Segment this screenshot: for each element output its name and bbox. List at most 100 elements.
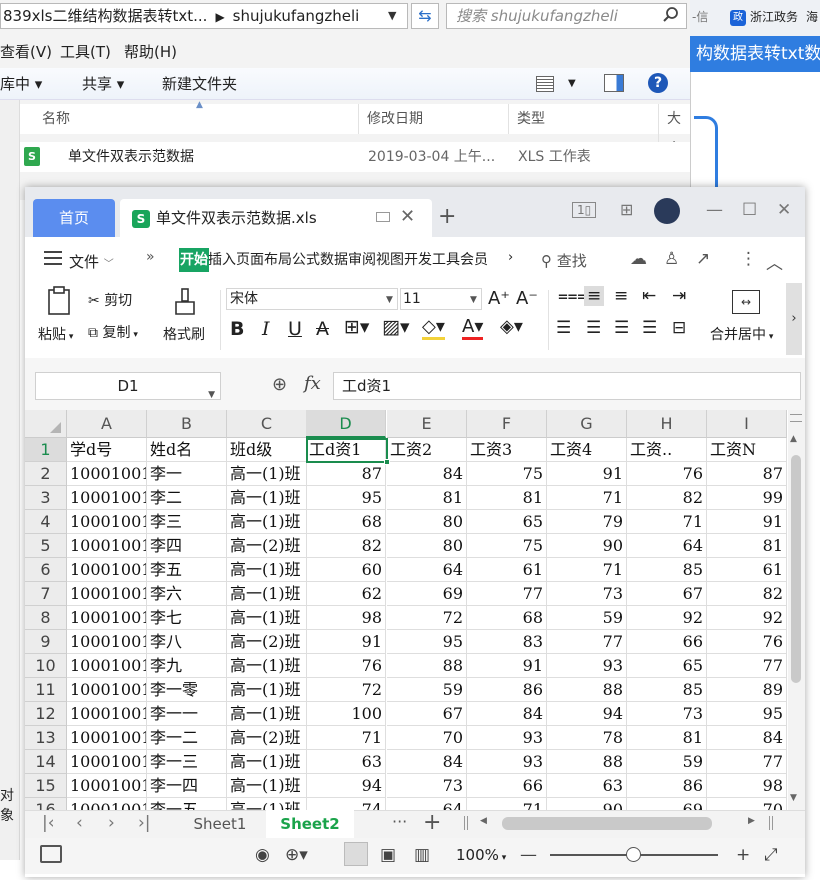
table-cell[interactable]: 10001001 xyxy=(67,510,147,534)
column-header-g[interactable]: G xyxy=(547,410,627,438)
table-cell[interactable]: 94 xyxy=(547,702,627,726)
menu-help[interactable]: 帮助(H) xyxy=(124,38,177,66)
format-painter-icon[interactable] xyxy=(172,287,198,317)
column-header-i[interactable]: I xyxy=(707,410,787,438)
underline-icon[interactable]: U xyxy=(288,318,302,340)
scroll-left-icon[interactable]: ◀ xyxy=(480,816,487,826)
indent-decrease-icon[interactable]: ⇤ xyxy=(642,286,656,306)
add-sheet-button[interactable]: + xyxy=(423,810,441,835)
table-cell[interactable]: 85 xyxy=(627,558,707,582)
column-header-h[interactable]: H xyxy=(627,410,707,438)
table-cell[interactable]: 86 xyxy=(467,678,547,702)
table-cell[interactable]: 85 xyxy=(627,678,707,702)
table-cell[interactable]: 65 xyxy=(467,510,547,534)
table-cell[interactable]: 10001001 xyxy=(67,630,147,654)
table-cell[interactable]: 67 xyxy=(627,582,707,606)
italic-icon[interactable]: I xyxy=(262,318,270,340)
table-cell[interactable]: 10001001 xyxy=(67,654,147,678)
select-all-corner[interactable] xyxy=(25,410,67,438)
align-left-icon[interactable]: ☰ xyxy=(556,318,571,338)
file-list-item[interactable]: 单文件双表示范数据 2019-03-04 上午... XLS 工作表 xyxy=(20,142,690,172)
column-header-b[interactable]: B xyxy=(147,410,227,438)
table-cell[interactable]: 高一(1)班 xyxy=(227,558,307,582)
share-button[interactable]: 共享 ▾ xyxy=(82,68,124,100)
chevron-down-icon[interactable]: ▼ xyxy=(386,295,393,305)
table-cell[interactable]: 71 xyxy=(627,510,707,534)
table-cell[interactable]: 63 xyxy=(306,750,386,774)
table-cell[interactable]: 77 xyxy=(707,654,787,678)
ribbon-tab-list[interactable]: 插入页面布局公式数据审阅视图开发工具会员 xyxy=(208,250,504,270)
table-cell[interactable]: 李六 xyxy=(147,582,227,606)
table-cell[interactable]: 90 xyxy=(547,534,627,558)
table-cell[interactable]: 98 xyxy=(306,606,386,630)
split-handle-icon[interactable] xyxy=(769,816,773,830)
help-icon[interactable]: ? xyxy=(648,73,668,93)
column-header-d[interactable]: D xyxy=(306,410,386,438)
table-cell[interactable]: 91 xyxy=(306,630,386,654)
more-sheets-icon[interactable]: ··· xyxy=(392,812,407,831)
address-dropdown-icon[interactable]: ▼ xyxy=(388,9,396,22)
table-cell[interactable]: 81 xyxy=(387,486,467,510)
table-cell[interactable]: 高一(1)班 xyxy=(227,702,307,726)
cell-style-icon[interactable]: ▨▾ xyxy=(382,316,410,338)
table-cell[interactable]: 李一四 xyxy=(147,774,227,798)
table-cell[interactable]: 10001001 xyxy=(67,702,147,726)
header-cell[interactable]: 学d号 xyxy=(67,438,147,462)
table-cell[interactable]: 84 xyxy=(387,750,467,774)
clear-format-icon[interactable]: ◈▾ xyxy=(500,316,523,337)
align-center-icon[interactable]: ☰ xyxy=(586,318,601,338)
table-cell[interactable]: 64 xyxy=(627,534,707,558)
file-menu[interactable]: 文件 ﹀ xyxy=(69,251,114,272)
table-cell[interactable]: 82 xyxy=(627,486,707,510)
row-header[interactable]: 11 xyxy=(25,678,67,702)
header-cell[interactable]: 工资3 xyxy=(467,438,547,462)
row-header[interactable]: 2 xyxy=(25,462,67,486)
table-cell[interactable]: 59 xyxy=(547,606,627,630)
address-bar[interactable]: 839xls二维结构数据表转txt... ▶ shujukufangzheli xyxy=(0,3,408,29)
header-cell[interactable]: 工d资1 xyxy=(306,438,386,462)
table-cell[interactable]: 82 xyxy=(306,534,386,558)
find-button[interactable]: ⚲ 查找 xyxy=(541,250,587,271)
preview-pane-icon[interactable] xyxy=(604,74,624,92)
table-cell[interactable]: 李一零 xyxy=(147,678,227,702)
table-cell[interactable]: 73 xyxy=(547,582,627,606)
table-cell[interactable]: 66 xyxy=(627,630,707,654)
align-right-icon[interactable]: ☰ xyxy=(614,318,629,338)
table-cell[interactable]: 59 xyxy=(627,750,707,774)
table-cell[interactable]: 高一(1)班 xyxy=(227,774,307,798)
table-cell[interactable]: 高一(1)班 xyxy=(227,654,307,678)
column-header-c[interactable]: C xyxy=(227,410,307,438)
layout-icon[interactable]: 1▯ xyxy=(572,202,597,218)
table-cell[interactable]: 91 xyxy=(547,462,627,486)
row-header[interactable]: 9 xyxy=(25,630,67,654)
column-header-e[interactable]: E xyxy=(387,410,467,438)
table-cell[interactable]: 93 xyxy=(467,726,547,750)
address-segment-1[interactable]: 839xls二维结构数据表转txt... xyxy=(3,7,207,25)
table-cell[interactable]: 高一(1)班 xyxy=(227,486,307,510)
table-cell[interactable]: 高一(1)班 xyxy=(227,678,307,702)
align-top-icon[interactable]: ⩶ xyxy=(558,286,587,306)
eye-protection-icon[interactable]: ◉ xyxy=(255,845,270,865)
table-cell[interactable]: 98 xyxy=(707,774,787,798)
row-header[interactable]: 4 xyxy=(25,510,67,534)
table-cell[interactable]: 高一(2)班 xyxy=(227,726,307,750)
table-cell[interactable]: 77 xyxy=(467,582,547,606)
column-type[interactable]: 类型 xyxy=(508,104,545,134)
table-cell[interactable]: 92 xyxy=(707,606,787,630)
table-cell[interactable]: 84 xyxy=(467,702,547,726)
fill-handle[interactable] xyxy=(384,459,390,465)
table-cell[interactable]: 68 xyxy=(467,606,547,630)
zoom-in-icon[interactable]: + xyxy=(736,845,750,865)
table-cell[interactable]: 李七 xyxy=(147,606,227,630)
table-cell[interactable]: 88 xyxy=(547,750,627,774)
table-cell[interactable]: 75 xyxy=(467,462,547,486)
strikethrough-icon[interactable]: A xyxy=(316,318,329,340)
table-cell[interactable]: 95 xyxy=(306,486,386,510)
formula-input[interactable]: 工d资1 xyxy=(333,372,801,400)
view-options-icon[interactable] xyxy=(536,76,554,92)
table-cell[interactable]: 高一(2)班 xyxy=(227,534,307,558)
hamburger-icon[interactable] xyxy=(44,251,62,265)
format-painter-button[interactable]: 格式刷 xyxy=(163,324,205,344)
table-cell[interactable]: 86 xyxy=(627,774,707,798)
freeze-icon[interactable]: ⊕▾ xyxy=(285,845,308,865)
